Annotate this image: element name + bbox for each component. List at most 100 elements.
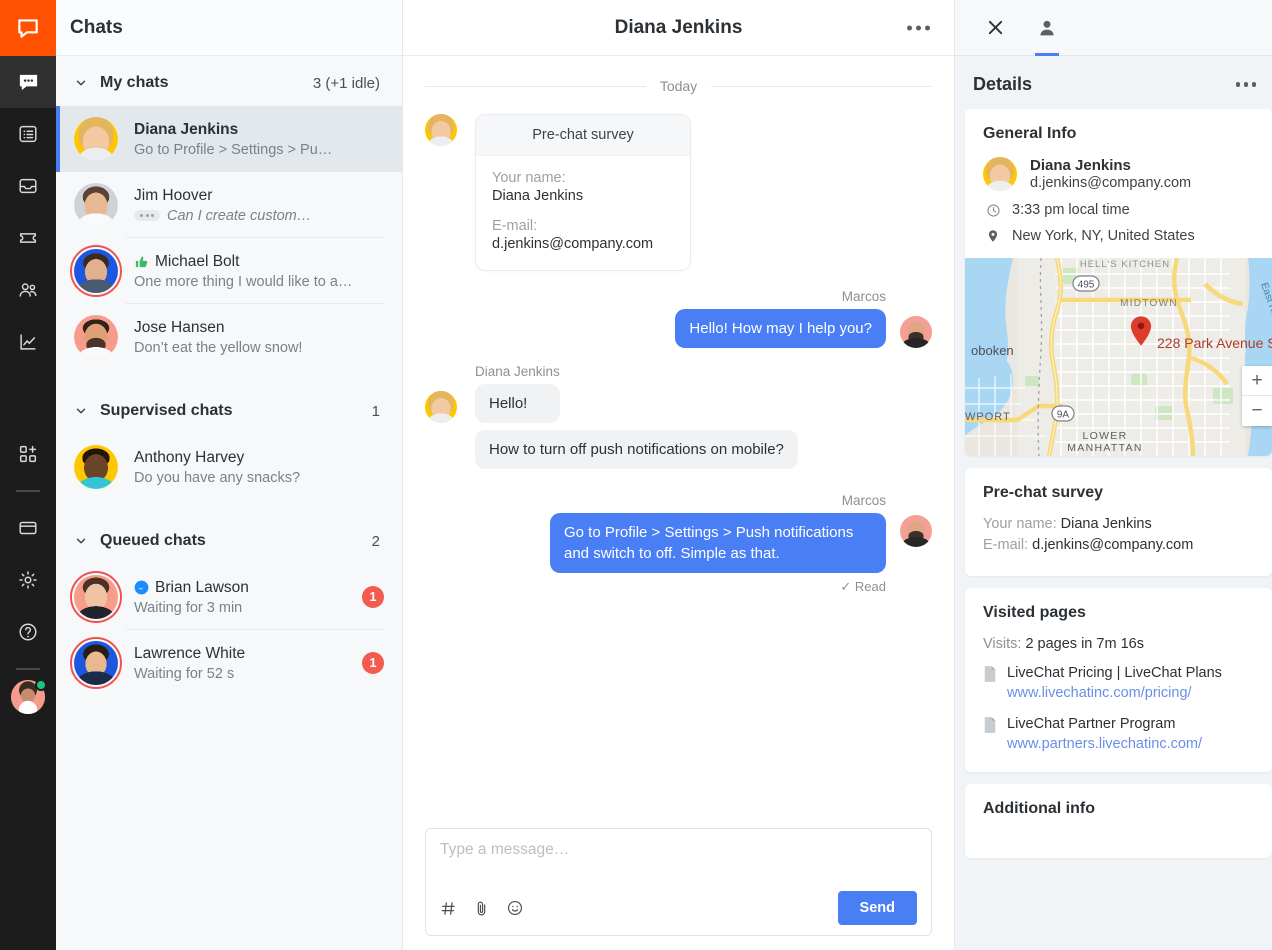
unread-badge: 1 <box>362 652 384 674</box>
customer-location-map[interactable]: 495 9A HELL'S KITCHEN MIDTOWN oboken WPO… <box>965 258 1272 456</box>
map-zoom-controls[interactable]: + − <box>1242 366 1272 426</box>
rail-item-settings[interactable] <box>0 554 56 606</box>
survey-email-label: E-mail: <box>492 218 674 234</box>
chat-list-item[interactable]: Diana JenkinsGo to Profile > Settings > … <box>56 106 402 172</box>
day-separator-label: Today <box>660 78 697 94</box>
visited-pages-heading: Visited pages <box>983 604 1254 622</box>
avatar <box>74 117 118 161</box>
avatar <box>74 575 118 619</box>
rail-item-help[interactable] <box>0 606 56 658</box>
prechat-name-value: Diana Jenkins <box>1061 516 1152 532</box>
thumbs-up-icon <box>134 254 149 269</box>
chat-item-name: Michael Bolt <box>134 253 384 271</box>
messenger-icon <box>134 580 149 595</box>
emoji-icon[interactable] <box>506 899 524 917</box>
composer-footer: Send <box>440 891 917 925</box>
message-input[interactable] <box>440 841 917 891</box>
message-row: Marcos Go to Profile > Settings > Push n… <box>425 493 932 595</box>
chat-list-item[interactable]: Jose Hansen Don’t eat the yellow snow! <box>56 304 402 370</box>
rail-item-archives[interactable] <box>0 108 56 160</box>
paperclip-icon[interactable] <box>473 900 490 917</box>
composer-wrapper: Send <box>403 816 954 950</box>
rail-item-inbox[interactable] <box>0 160 56 212</box>
avatar <box>983 157 1017 191</box>
rail-item-chat-widget[interactable] <box>0 502 56 554</box>
details-header: Details <box>955 56 1272 109</box>
avatar <box>425 114 457 146</box>
message-author: Diana Jenkins <box>475 364 560 379</box>
document-icon <box>983 717 997 754</box>
svg-text:WPORT: WPORT <box>965 411 1011 423</box>
ellipsis-icon[interactable] <box>901 19 936 36</box>
group-spacer <box>56 500 402 518</box>
hash-icon[interactable] <box>440 900 457 917</box>
chat-list-item[interactable]: Michael BoltOne more thing I would like … <box>56 238 402 304</box>
map-zoom-out-button[interactable]: − <box>1242 396 1272 426</box>
visits-label: Visits: <box>983 636 1021 652</box>
tab-customer-details[interactable] <box>1025 0 1069 56</box>
visited-page-item: LiveChat Partner Program www.partners.li… <box>983 715 1254 754</box>
ellipsis-icon[interactable] <box>1236 82 1257 87</box>
typing-indicator-icon <box>134 210 160 221</box>
chat-group-header[interactable]: Supervised chats1 <box>56 388 402 434</box>
chat-list-panel: Chats My chats3 (+1 idle)Diana JenkinsGo… <box>56 0 403 950</box>
rail-divider-bottom <box>16 668 40 670</box>
details-tabbar <box>955 0 1272 56</box>
rail-item-apps[interactable] <box>0 428 56 480</box>
rail-item-chats[interactable] <box>0 56 56 108</box>
read-receipt-label: Read <box>855 579 886 594</box>
chat-item-preview: Waiting for 52 s <box>134 666 354 682</box>
details-heading: Details <box>973 74 1236 95</box>
rail-item-tickets[interactable] <box>0 212 56 264</box>
separator-line-right <box>711 86 932 87</box>
prechat-survey-card: Pre-chat survey Your name: Diana Jenkins… <box>965 468 1272 576</box>
conversation-header: Diana Jenkins <box>403 0 954 56</box>
visited-page-url[interactable]: www.livechatinc.com/pricing/ <box>1007 684 1222 704</box>
prechat-email-label: E-mail: <box>983 537 1028 553</box>
avatar <box>425 391 457 423</box>
avatar <box>74 315 118 359</box>
message-bubble: Hello! How may I help you? <box>675 309 886 348</box>
message-bubble: Hello! <box>475 384 560 423</box>
livechat-logo-icon[interactable] <box>0 0 56 56</box>
rail-item-reports[interactable] <box>0 316 56 368</box>
map-marker-label: 228 Park Avenue Sou <box>1157 335 1272 351</box>
status-dot-online <box>35 679 47 691</box>
chat-list-item[interactable]: Lawrence White Waiting for 52 s 1 <box>56 630 402 696</box>
svg-text:MANHATTAN: MANHATTAN <box>1067 442 1142 454</box>
chat-group-header[interactable]: My chats3 (+1 idle) <box>56 60 402 106</box>
chat-list-item[interactable]: Brian LawsonWaiting for 3 min1 <box>56 564 402 630</box>
chat-item-preview: Don’t eat the yellow snow! <box>134 340 384 356</box>
local-time-row: 3:33 pm local time <box>983 202 1254 218</box>
chat-item-name: Jose Hansen <box>134 319 384 337</box>
unread-badge: 1 <box>362 586 384 608</box>
customer-name: Diana Jenkins <box>1030 157 1191 174</box>
message-author: Marcos <box>675 289 886 304</box>
visited-page-url[interactable]: www.partners.livechatinc.com/ <box>1007 735 1202 755</box>
visits-value: 2 pages in 7m 16s <box>1025 636 1144 652</box>
map-zoom-in-button[interactable]: + <box>1242 366 1272 396</box>
chat-list-item[interactable]: Jim HooverCan I create custom… <box>56 172 402 238</box>
app-navigation-rail <box>0 0 56 950</box>
avatar <box>900 316 932 348</box>
send-button[interactable]: Send <box>838 891 917 925</box>
chat-item-name: Lawrence White <box>134 645 354 663</box>
additional-info-heading: Additional info <box>983 800 1254 818</box>
avatar <box>74 641 118 685</box>
page-title: Chats <box>70 17 123 39</box>
chat-group-header[interactable]: Queued chats2 <box>56 518 402 564</box>
chat-list-item[interactable]: Anthony HarveyDo you have any snacks? <box>56 434 402 500</box>
visited-page-item: LiveChat Pricing | LiveChat Plans www.li… <box>983 664 1254 703</box>
general-info-heading: General Info <box>983 125 1254 143</box>
local-time-text: 3:33 pm local time <box>1012 202 1130 218</box>
close-icon[interactable] <box>973 0 1017 56</box>
svg-text:HELL'S KITCHEN: HELL'S KITCHEN <box>1080 259 1170 270</box>
chat-group-title: Queued chats <box>100 532 372 550</box>
clock-icon <box>985 203 1001 218</box>
visits-summary: Visits: 2 pages in 7m 16s <box>983 636 1254 652</box>
chat-item-name: Jim Hoover <box>134 187 384 205</box>
message-bubble: How to turn off push notifications on mo… <box>475 430 798 469</box>
rail-item-team[interactable] <box>0 264 56 316</box>
message-author: Marcos <box>842 493 886 508</box>
current-agent-avatar[interactable] <box>11 680 45 714</box>
